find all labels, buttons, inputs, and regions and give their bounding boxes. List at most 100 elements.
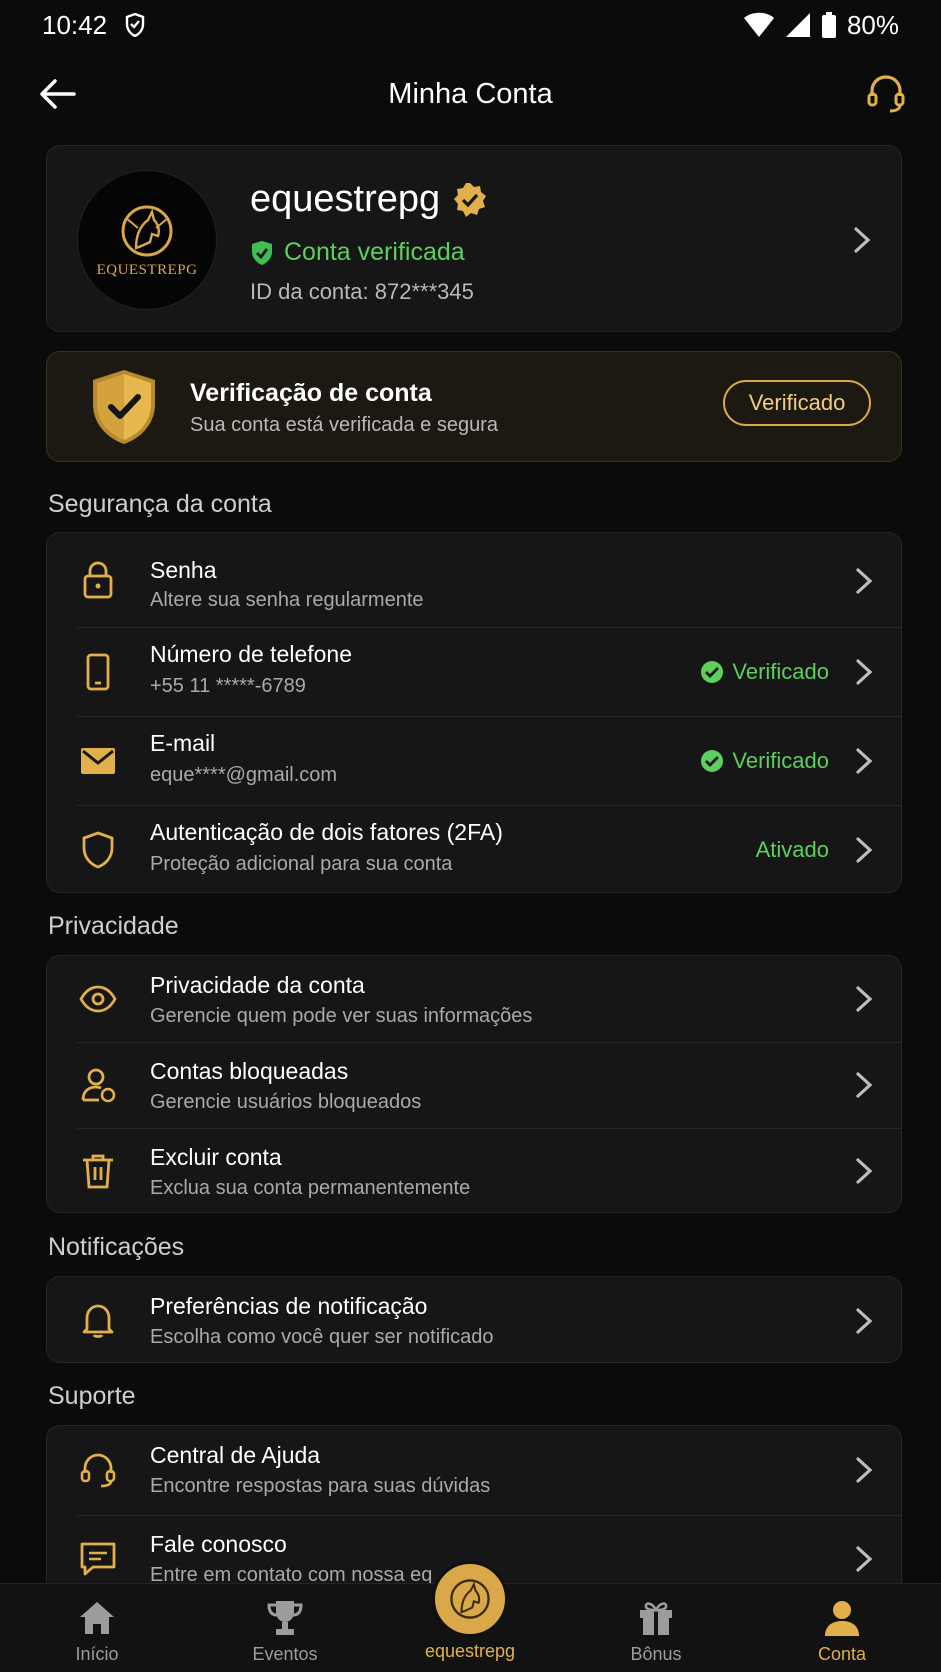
- nav-events[interactable]: Eventos: [215, 1598, 355, 1665]
- list-item-blocked-accounts[interactable]: Contas bloqueadas Gerencie usuários bloq…: [47, 1042, 903, 1128]
- nav-home-label: Início: [75, 1644, 119, 1664]
- back-arrow-icon[interactable]: [38, 76, 78, 112]
- section-title-security: Segurança da conta: [48, 490, 272, 518]
- verified-label: Conta verificada: [284, 238, 465, 266]
- headset-icon: [80, 1453, 116, 1488]
- list-item-help-center[interactable]: Central de Ajuda Encontre respostas para…: [47, 1426, 903, 1515]
- chevron-right-icon: [856, 837, 873, 863]
- email-status-text: Verificado: [732, 748, 829, 773]
- eye-icon: [79, 985, 117, 1013]
- list-item-2fa[interactable]: Autenticação de dois fatores (2FA) Prote…: [47, 805, 903, 894]
- verification-card: Verificação de conta Sua conta está veri…: [46, 351, 902, 462]
- email-status-badge: Verificado: [700, 748, 829, 774]
- verification-subtitle: Sua conta está verificada e segura: [190, 414, 498, 436]
- password-title: Senha: [150, 557, 217, 583]
- 2fa-title: Autenticação de dois fatores (2FA): [150, 819, 503, 845]
- account-id: ID da conta: 872***345: [250, 279, 474, 304]
- blocked-accounts-title: Contas bloqueadas: [150, 1058, 349, 1084]
- user-icon: [825, 1601, 859, 1636]
- shield-icon: [82, 831, 114, 869]
- account-verified-status: Conta verificada: [250, 238, 465, 267]
- section-title-notifications: Notificações: [48, 1233, 185, 1261]
- account-privacy-title: Privacidade da conta: [150, 972, 365, 998]
- trophy-icon: [267, 1601, 303, 1635]
- nav-home[interactable]: Início: [27, 1598, 167, 1665]
- 2fa-status-text: Ativado: [755, 837, 829, 862]
- username-text: equestrepg: [250, 178, 441, 220]
- phone-title: Número de telefone: [150, 641, 353, 667]
- privacy-list: Privacidade da conta Gerencie quem pode …: [46, 955, 902, 1213]
- list-item-email[interactable]: E-mail eque****@gmail.com Verificado: [47, 716, 903, 805]
- page-title: Minha Conta: [388, 77, 553, 110]
- 2fa-subtitle: Proteção adicional para sua conta: [150, 853, 453, 875]
- list-item-phone[interactable]: Número de telefone +55 11 *****-6789 Ver…: [47, 627, 903, 716]
- mail-icon: [81, 748, 115, 774]
- verified-button[interactable]: Verificado: [723, 380, 871, 426]
- delete-account-title: Excluir conta: [150, 1144, 282, 1170]
- chevron-right-icon: [856, 1308, 873, 1334]
- notification-preferences-subtitle: Escolha como você quer ser notificado: [150, 1326, 494, 1348]
- verification-title: Verificação de conta: [190, 379, 432, 407]
- 2fa-status-badge: Ativado: [756, 837, 829, 863]
- chevron-right-icon: [856, 1072, 873, 1098]
- chevron-right-icon: [856, 748, 873, 774]
- lock-icon: [83, 561, 113, 599]
- email-subtitle: eque****@gmail.com: [150, 764, 338, 786]
- contact-us-subtitle: Entre em contato com nossa eq: [150, 1564, 433, 1585]
- list-item-password[interactable]: Senha Altere sua senha regularmente: [47, 533, 903, 627]
- horse-logo-icon: [121, 205, 173, 256]
- phone-subtitle: +55 11 *****-6789: [150, 675, 306, 697]
- headset-icon[interactable]: [865, 72, 907, 114]
- horse-logo-icon: [450, 1579, 490, 1619]
- section-title-support: Suporte: [48, 1382, 136, 1410]
- username: equestrepg: [250, 178, 488, 221]
- home-icon: [80, 1602, 114, 1634]
- list-item-account-privacy[interactable]: Privacidade da conta Gerencie quem pode …: [47, 956, 903, 1042]
- bell-icon: [82, 1304, 114, 1338]
- chevron-right-icon: [856, 659, 873, 685]
- nav-account-label: Conta: [817, 1644, 867, 1664]
- check-circle-icon: [701, 750, 724, 772]
- help-center-title: Central de Ajuda: [150, 1442, 321, 1468]
- nav-bonus[interactable]: Bônus: [586, 1598, 726, 1665]
- security-list: Senha Altere sua senha regularmente Núme…: [46, 532, 902, 893]
- notifications-list: Preferências de notificação Escolha como…: [46, 1276, 902, 1363]
- shield-status-icon: [125, 13, 145, 37]
- nav-bonus-label: Bônus: [630, 1644, 682, 1664]
- gift-icon: [640, 1602, 672, 1635]
- wifi-icon: [743, 12, 774, 37]
- nav-account[interactable]: Conta: [772, 1598, 912, 1665]
- trash-icon: [83, 1154, 113, 1189]
- chat-icon: [80, 1542, 116, 1576]
- chevron-right-icon: [856, 986, 873, 1012]
- check-circle-icon: [701, 661, 724, 683]
- status-bar: 10:42 80%: [0, 0, 941, 50]
- nav-center-label: equestrepg: [424, 1641, 516, 1661]
- blocked-accounts-subtitle: Gerencie usuários bloqueados: [150, 1091, 422, 1113]
- notification-preferences-title: Preferências de notificação: [150, 1293, 428, 1319]
- contact-us-title: Fale conosco: [150, 1531, 287, 1557]
- profile-card[interactable]: EQUESTREPG equestrepg Conta verificada I…: [46, 145, 902, 332]
- chevron-right-icon: [856, 568, 873, 594]
- list-item-notification-preferences[interactable]: Preferências de notificação Escolha como…: [47, 1277, 903, 1364]
- status-time: 10:42: [42, 9, 108, 40]
- account-privacy-subtitle: Gerencie quem pode ver suas informações: [150, 1005, 533, 1027]
- avatar: EQUESTREPG: [77, 170, 217, 310]
- avatar-brand-text: EQUESTREPG: [96, 261, 198, 278]
- verified-badge-icon: [454, 182, 487, 217]
- verified-shield-icon: [252, 240, 272, 265]
- help-center-subtitle: Encontre respostas para suas dúvidas: [150, 1475, 491, 1497]
- user-blocked-icon: [81, 1068, 116, 1103]
- gold-shield-check-icon: [93, 370, 155, 444]
- nav-center-button[interactable]: [432, 1561, 508, 1637]
- nav-events-label: Eventos: [252, 1644, 318, 1664]
- phone-status-text: Verificado: [732, 659, 829, 684]
- battery-icon: [821, 12, 836, 38]
- password-subtitle: Altere sua senha regularmente: [150, 589, 424, 611]
- chevron-right-icon: [854, 227, 871, 253]
- battery-percentage: 80%: [846, 9, 899, 40]
- section-title-privacy: Privacidade: [48, 912, 179, 940]
- list-item-delete-account[interactable]: Excluir conta Exclua sua conta permanent…: [47, 1128, 903, 1214]
- signal-icon: [785, 13, 810, 37]
- email-title: E-mail: [150, 730, 216, 756]
